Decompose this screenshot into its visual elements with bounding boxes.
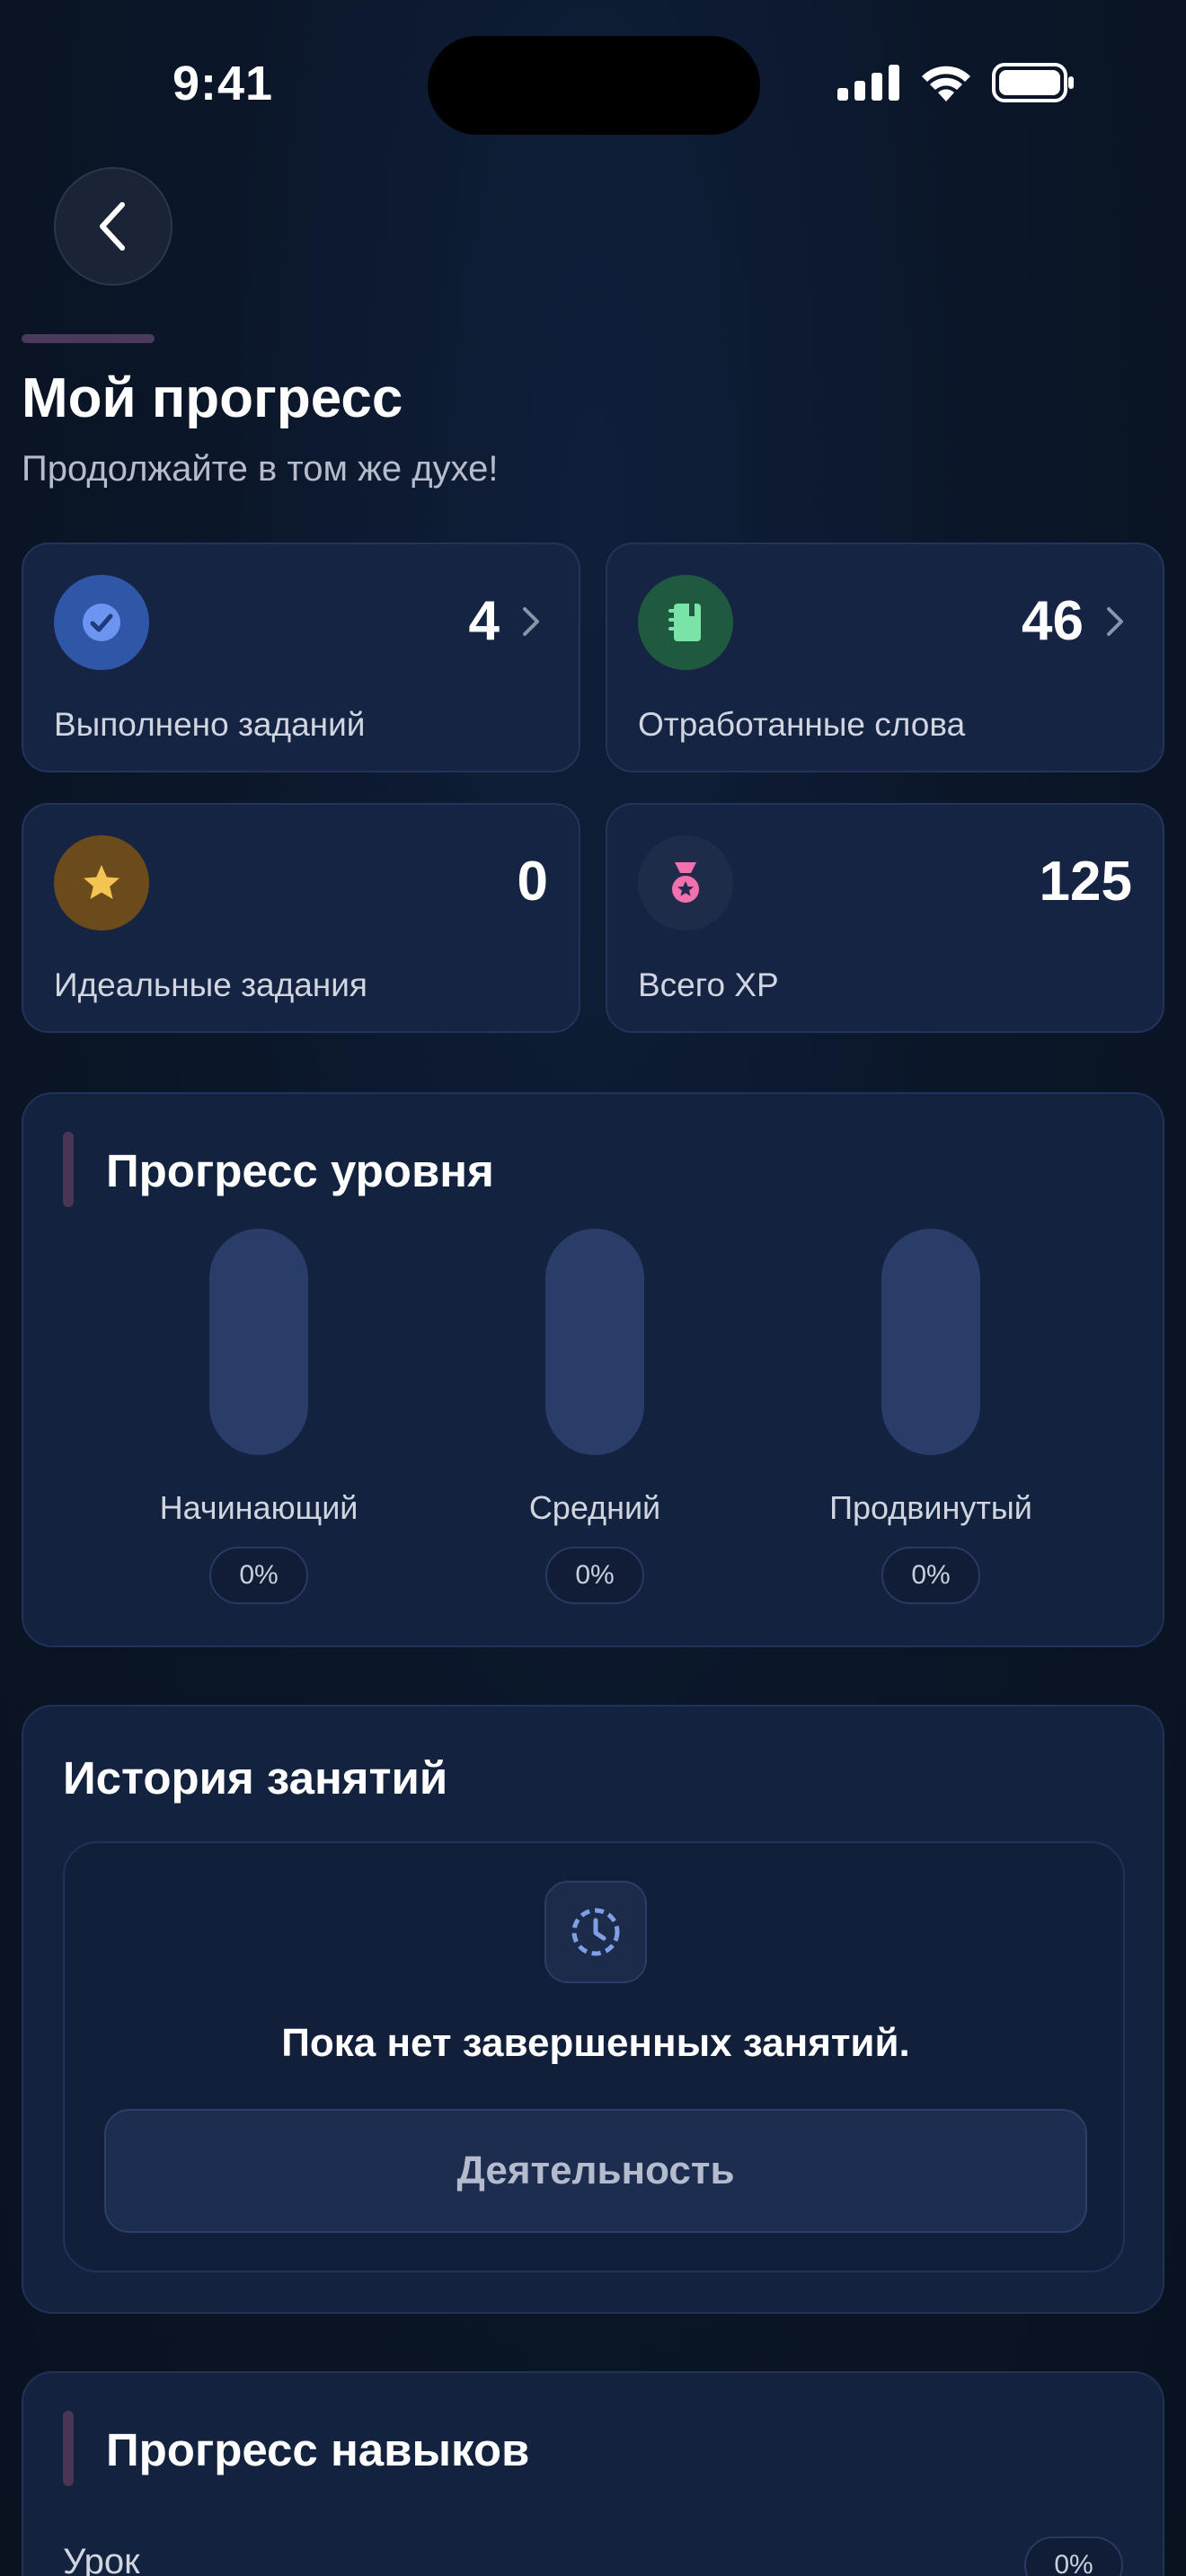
section-accent: [63, 2411, 74, 2486]
wifi-icon: [922, 66, 970, 101]
back-button[interactable]: [54, 167, 173, 286]
empty-history-text: Пока нет завершенных занятий.: [281, 2021, 910, 2065]
level-bar: [881, 1229, 980, 1455]
battery-icon: [992, 63, 1074, 102]
level-intermediate: Средний 0%: [460, 1229, 730, 1604]
stat-value: 0: [517, 851, 548, 913]
notebook-icon: [638, 575, 733, 670]
stat-label: Всего XP: [638, 966, 779, 1003]
status-bar: 9:41: [0, 0, 1186, 171]
level-percent: 0%: [209, 1547, 308, 1604]
stat-label: Идеальные задания: [54, 966, 367, 1003]
level-percent: 0%: [881, 1547, 980, 1604]
activity-button[interactable]: Деятельность: [104, 2109, 1087, 2233]
star-icon: [54, 835, 149, 931]
check-circle-icon: [54, 575, 149, 670]
activity-history-panel: История занятий Пока нет завершенных зан…: [22, 1705, 1164, 2314]
skill-percent: 0%: [1024, 2536, 1123, 2576]
history-empty-state: Пока нет завершенных занятий. Деятельнос…: [63, 1841, 1125, 2272]
page-subtitle: Продолжайте в том же духе!: [22, 449, 499, 489]
clock-icon: [544, 1881, 647, 1983]
stat-value: 125: [1039, 851, 1132, 913]
stat-card-perfect-tasks: 0 Идеальные задания: [22, 803, 580, 1033]
stat-label: Отработанные слова: [638, 706, 966, 743]
level-bar: [545, 1229, 644, 1455]
chevron-right-icon: [1107, 607, 1123, 636]
chevron-right-icon: [523, 607, 539, 636]
section-accent: [63, 1132, 74, 1207]
level-percent: 0%: [545, 1547, 644, 1604]
status-icons: [837, 63, 1075, 102]
stat-value: 4: [468, 590, 500, 652]
level-name: Начинающий: [159, 1489, 358, 1526]
level-name: Продвинутый: [829, 1489, 1032, 1526]
page-title: Мой прогресс: [22, 367, 403, 429]
level-name: Средний: [528, 1489, 661, 1526]
dynamic-island: [428, 36, 760, 135]
skill-label: Урок: [63, 2542, 140, 2576]
section-title: Прогресс навыков: [106, 2424, 530, 2475]
level-advanced: Продвинутый 0%: [796, 1229, 1066, 1604]
chevron-left-icon: [100, 202, 125, 251]
level-progress-panel: Прогресс уровня Начинающий 0% Средний 0%…: [22, 1092, 1164, 1647]
stat-value: 46: [1022, 590, 1084, 652]
level-beginner: Начинающий 0%: [124, 1229, 394, 1604]
medal-icon: [638, 835, 733, 931]
signal-icon: [837, 65, 899, 101]
skills-progress-panel: Прогресс навыков Урок 0%: [22, 2371, 1164, 2576]
stat-card-completed-tasks[interactable]: 4 Выполнено заданий: [22, 543, 580, 772]
stat-card-total-xp: 125 Всего XP: [606, 803, 1164, 1033]
stat-label: Выполнено заданий: [54, 706, 366, 743]
stat-card-practiced-words[interactable]: 46 Отработанные слова: [606, 543, 1164, 772]
title-accent-line: [22, 334, 155, 343]
level-bar: [209, 1229, 308, 1455]
section-title: История занятий: [63, 1752, 448, 1804]
status-time: 9:41: [173, 57, 274, 110]
section-title: Прогресс уровня: [106, 1145, 494, 1196]
